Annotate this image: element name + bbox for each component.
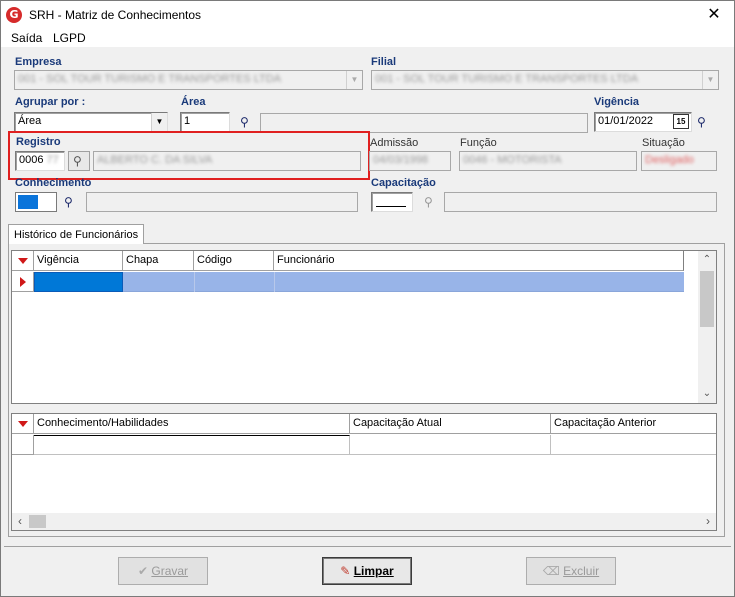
- cell-divider: [274, 272, 275, 292]
- filial-dropdown-chevron-icon: ▼: [702, 71, 718, 89]
- situacao-field: Desligado: [641, 151, 717, 171]
- conhecimento-selection: [18, 195, 38, 209]
- cell-divider: [194, 272, 195, 292]
- registro-search-button[interactable]: ⚲: [68, 151, 90, 171]
- scroll-thumb[interactable]: [700, 271, 714, 327]
- binoculars-icon: ⚲: [73, 154, 82, 168]
- vertical-scrollbar[interactable]: ⌃ ⌄: [698, 251, 716, 403]
- funcao-field: 0046 - MOTORISTA: [459, 151, 637, 171]
- gravar-button[interactable]: ✔ Gravar: [118, 557, 208, 585]
- area-label: Área: [181, 96, 206, 108]
- binoculars-icon: ⚲: [424, 195, 433, 209]
- scroll-up-icon[interactable]: ⌃: [698, 251, 716, 269]
- column-header-capacitacao-atual[interactable]: Capacitação Atual: [350, 414, 551, 434]
- limpar-button[interactable]: ✎ Limpar: [322, 557, 412, 585]
- registro-code-value: 0006: [19, 154, 44, 166]
- binoculars-icon[interactable]: ⚲: [64, 195, 73, 209]
- calendar-icon[interactable]: 15: [673, 114, 689, 129]
- funcao-label: Função: [460, 137, 497, 149]
- table-cell[interactable]: [350, 435, 551, 455]
- empresa-combo: 001 - SOL TOUR TURISMO E TRANSPORTES LTD…: [14, 70, 363, 90]
- agrupar-value: Área: [18, 115, 42, 127]
- table-cell-vigencia[interactable]: [34, 272, 123, 292]
- empresa-label: Empresa: [15, 56, 62, 68]
- vigencia-value: 01/01/2022: [598, 115, 654, 127]
- vigencia-label: Vigência: [594, 96, 640, 108]
- registro-name-value: ALBERTO C. DA SILVA: [97, 154, 213, 166]
- close-icon[interactable]: ✕: [704, 4, 724, 24]
- conhecimento-description: [86, 192, 358, 212]
- eraser-icon: ✎: [340, 564, 351, 578]
- excluir-label: Excluir: [563, 564, 600, 578]
- filial-combo: 001 - SOL TOUR TURISMO E TRANSPORTES LTD…: [371, 70, 719, 90]
- menu-lgpd[interactable]: LGPD: [53, 31, 86, 45]
- situacao-value: Desligado: [645, 154, 694, 166]
- filial-label: Filial: [371, 56, 397, 68]
- scroll-down-icon[interactable]: ⌄: [698, 385, 716, 403]
- trash-icon: ⌫: [542, 564, 560, 578]
- conhecimento-code-input[interactable]: [15, 192, 57, 212]
- limpar-label: Limpar: [353, 564, 394, 578]
- excluir-button[interactable]: ⌫ Excluir: [526, 557, 616, 585]
- binoculars-icon[interactable]: ⚲: [697, 115, 706, 129]
- gravar-label: Gravar: [151, 564, 189, 578]
- column-header-chapa[interactable]: Chapa: [123, 251, 194, 271]
- area-description: [260, 113, 588, 133]
- menu-bar: [1, 29, 734, 47]
- funcionarios-grid[interactable]: Vigência Chapa Código Funcionário ⌃ ⌄: [11, 250, 717, 404]
- table-cell[interactable]: [551, 435, 716, 455]
- row-indicator[interactable]: [12, 435, 34, 455]
- registro-code-suffix: 77: [46, 154, 59, 166]
- row-indicator[interactable]: [12, 272, 34, 292]
- capacitacao-input[interactable]: [371, 192, 413, 212]
- divider: [4, 546, 731, 547]
- capacitacao-description: [444, 192, 717, 212]
- sort-down-icon: [18, 258, 28, 264]
- admissao-field: 04/03/1998: [369, 151, 451, 171]
- conhecimentos-grid[interactable]: Conhecimento/Habilidades Capacitação Atu…: [11, 413, 717, 531]
- area-code-input[interactable]: 1: [180, 112, 230, 132]
- check-icon: ✔: [137, 564, 149, 578]
- admissao-label: Admissão: [370, 137, 419, 149]
- scroll-thumb[interactable]: [29, 515, 46, 528]
- tab-historico-funcionarios[interactable]: Histórico de Funcionários: [8, 224, 145, 244]
- column-header-codigo[interactable]: Código: [194, 251, 274, 271]
- app-logo-icon: G: [6, 7, 22, 23]
- column-header-capacitacao-anterior[interactable]: Capacitação Anterior: [551, 414, 716, 434]
- scroll-left-icon[interactable]: ‹: [12, 513, 28, 530]
- capacitacao-label: Capacitação: [371, 177, 436, 189]
- sort-down-icon: [18, 421, 28, 427]
- area-code-value: 1: [184, 115, 191, 127]
- grid-header-indicator[interactable]: [12, 414, 34, 434]
- agrupar-label: Agrupar por :: [15, 96, 86, 108]
- grid-header-indicator[interactable]: [12, 251, 34, 271]
- agrupar-dropdown-chevron-icon[interactable]: ▼: [151, 113, 167, 131]
- situacao-label: Situação: [642, 137, 685, 149]
- table-row-selected[interactable]: [123, 272, 684, 292]
- column-header-conhecimento-habilidades[interactable]: Conhecimento/Habilidades: [34, 414, 350, 434]
- funcao-value: 0046 - MOTORISTA: [463, 154, 562, 166]
- column-header-vigencia[interactable]: Vigência: [34, 251, 123, 271]
- menu-saida[interactable]: Saída: [11, 31, 42, 45]
- empresa-value: 001 - SOL TOUR TURISMO E TRANSPORTES LTD…: [18, 73, 282, 85]
- table-cell[interactable]: [34, 435, 350, 455]
- conhecimento-label: Conhecimento: [15, 177, 92, 189]
- registro-name: ALBERTO C. DA SILVA: [93, 151, 361, 171]
- capacitacao-underline: [376, 206, 406, 207]
- current-row-icon: [20, 277, 26, 287]
- empresa-dropdown-chevron-icon: ▼: [346, 71, 362, 89]
- window-title: SRH - Matriz de Conhecimentos: [29, 8, 202, 22]
- column-header-funcionario[interactable]: Funcionário: [274, 251, 684, 271]
- scroll-right-icon[interactable]: ›: [700, 513, 716, 530]
- horizontal-scrollbar[interactable]: ‹ ›: [12, 513, 716, 530]
- registro-label: Registro: [16, 136, 61, 148]
- binoculars-icon[interactable]: ⚲: [240, 115, 249, 129]
- admissao-value: 04/03/1998: [373, 154, 429, 166]
- registro-code-input[interactable]: 0006 77: [15, 151, 65, 171]
- tab-label: Histórico de Funcionários: [14, 229, 139, 241]
- agrupar-select[interactable]: Área: [14, 112, 168, 132]
- filial-value: 001 - SOL TOUR TURISMO E TRANSPORTES LTD…: [375, 73, 639, 85]
